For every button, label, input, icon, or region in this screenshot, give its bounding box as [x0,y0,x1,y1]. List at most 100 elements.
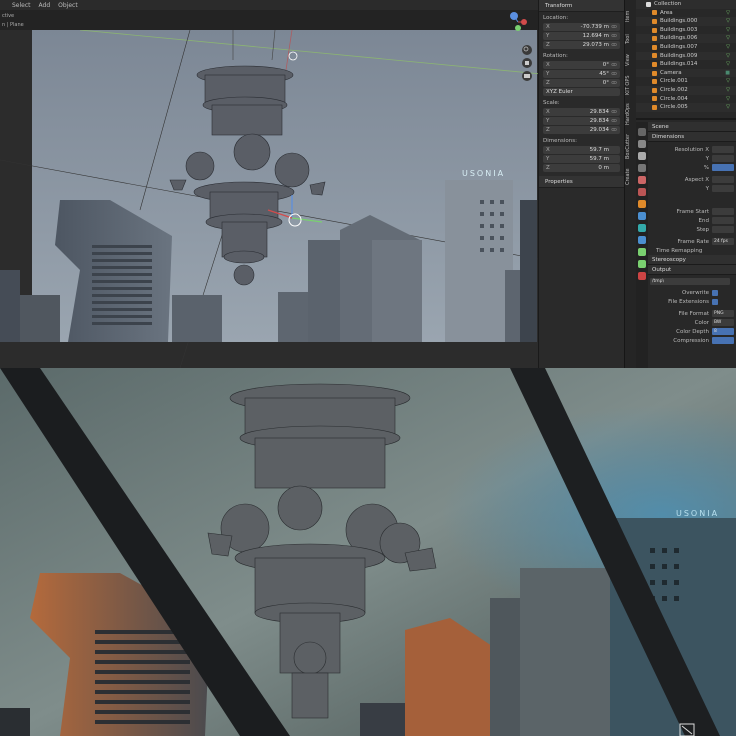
time-remapping-subpanel[interactable]: Time Remapping [650,246,734,255]
zoom-icon[interactable] [522,45,532,55]
outliner-row[interactable]: Buildings.000 ▽ [636,17,736,26]
outliner-row[interactable]: Area ▽ [636,9,736,18]
outliner-row-collection[interactable]: Collection [636,0,736,9]
material-tab-icon[interactable] [638,272,646,280]
aspect-y-row: Y [650,184,734,193]
location-x-field[interactable]: X -70.739 mꝏ [543,23,620,31]
dimensions-panel-header[interactable]: Dimensions [648,132,736,142]
outliner-row[interactable]: Buildings.006 ▽ [636,34,736,43]
color-depth-select[interactable]: 8 [712,328,734,335]
aspect-x-field[interactable] [712,176,734,183]
aspect-y-field[interactable] [712,185,734,192]
outliner-row[interactable]: Buildings.003 ▽ [636,26,736,35]
lock-icon[interactable]: ꝏ [611,42,617,48]
particles-tab-icon[interactable] [638,224,646,232]
dimensions-z-field[interactable]: Z0 m [543,164,620,172]
rotation-x-field[interactable]: X 0° ꝏ [543,61,620,69]
camera-view-icon[interactable] [522,71,532,81]
rotation-y-field[interactable]: Y 45° ꝏ [543,70,620,78]
lock-icon[interactable]: ꝏ [611,127,617,133]
compression-slider[interactable] [712,337,734,344]
world-tab-icon[interactable] [638,188,646,196]
collection-icon [646,1,651,7]
outliner[interactable]: Collection Area ▽ Buildings.000 ▽ Building… [636,0,736,120]
outliner-row[interactable]: Circle.005 ▽ [636,103,736,112]
mesh-icon: ▽ [726,61,730,68]
outliner-row[interactable]: Circle.002 ▽ [636,85,736,95]
lock-icon[interactable]: ꝏ [611,24,617,30]
physics-tab-icon[interactable] [638,236,646,244]
transform-panel-header[interactable]: Transform [539,0,624,12]
color-mode-select[interactable]: BW [712,319,734,326]
scale-z-field[interactable]: Z 29.034 ꝏ [543,126,620,134]
file-format-select[interactable]: PNG [712,310,734,317]
menu-item-select[interactable]: Select [12,2,31,9]
data-tab-icon[interactable] [638,260,646,268]
mesh-icon: ▽ [726,95,730,102]
modifier-tab-icon[interactable] [638,212,646,220]
mesh-icon: ▽ [726,43,730,50]
data-icon: ▽ [726,9,730,16]
location-y-field[interactable]: Y 12.694 mꝏ [543,32,620,40]
menu-item-add[interactable]: Add [39,2,51,9]
tool-tab-icon[interactable] [638,128,646,136]
frame-end-field[interactable] [712,217,734,224]
view-layer-tab-icon[interactable] [638,164,646,172]
lock-icon[interactable]: ꝏ [611,80,617,86]
rotation-mode-select[interactable]: XYZ Euler [543,88,620,96]
output-path-row: /tmp\ [650,277,734,286]
outliner-row[interactable]: Buildings.009 ▽ [636,51,736,61]
navigation-gizmo[interactable] [500,8,540,88]
object-tab-icon[interactable] [638,200,646,208]
render-tab-icon[interactable] [638,140,646,148]
scale-x-field[interactable]: X 29.834 ꝏ [543,108,620,116]
object-icon [652,87,657,93]
mesh-icon: ▽ [726,35,730,42]
object-icon [652,18,657,24]
scale-y-field[interactable]: Y 29.834 ꝏ [543,117,620,125]
file-extensions-checkbox[interactable] [712,298,718,305]
frame-end-row: End [650,216,734,225]
output-tab-icon[interactable] [638,152,646,160]
outliner-row[interactable]: Buildings.014 ▽ [636,60,736,69]
menu-item-object[interactable]: Object [58,2,78,9]
resolution-x-field[interactable] [712,146,734,153]
frame-step-row: Step [650,225,734,234]
frame-start-field[interactable] [712,208,734,215]
outliner-row[interactable]: Buildings.007 ▽ [636,43,736,52]
properties-panel-header[interactable]: Properties [539,176,624,188]
object-icon [652,53,657,59]
lock-icon[interactable]: ꝏ [611,71,617,77]
rotation-z-field[interactable]: Z 0° ꝏ [543,79,620,87]
dimensions-x-field[interactable]: X 59.7 m [543,146,620,154]
color-depth-row: Color Depth 8 [650,327,734,336]
mesh-icon: ▽ [726,78,730,85]
outliner-row[interactable]: Circle.004 ▽ [636,95,736,104]
frame-step-field[interactable] [712,226,734,233]
lock-icon[interactable]: ꝏ [611,109,617,115]
stereoscopy-panel-header[interactable]: Stereoscopy [648,255,736,265]
sidebar-n-panel: Transform Location: X -70.739 mꝏ Y 12.694 … [538,0,624,368]
lock-icon[interactable]: ꝏ [611,118,617,124]
pan-hand-icon[interactable] [522,58,532,68]
object-icon [652,44,657,50]
menubar: Select Add Object [0,0,540,10]
lock-icon[interactable]: ꝏ [611,62,617,68]
output-panel-header[interactable]: Output [648,265,736,275]
location-z-field[interactable]: Z 29.073 mꝏ [543,41,620,49]
constraints-tab-icon[interactable] [638,248,646,256]
overwrite-checkbox[interactable] [712,289,718,296]
lock-icon[interactable]: ꝏ [611,33,617,39]
resolution-y-field[interactable] [712,155,734,162]
dimensions-y-field[interactable]: Y 59.7 m [543,155,620,163]
mesh-icon: ▽ [726,52,730,59]
frame-rate-select[interactable]: 24 fps [712,238,734,245]
object-icon [652,61,657,67]
scene-tab-icon[interactable] [638,176,646,184]
output-path-field[interactable]: /tmp\ [650,278,730,285]
mesh-icon: ▽ [726,26,730,33]
outliner-row[interactable]: Camera ■ [636,68,736,78]
outliner-row[interactable]: Circle.001 ▽ [636,77,736,86]
resolution-percent-field[interactable] [712,164,734,171]
resolution-percent-row: % [650,163,734,172]
